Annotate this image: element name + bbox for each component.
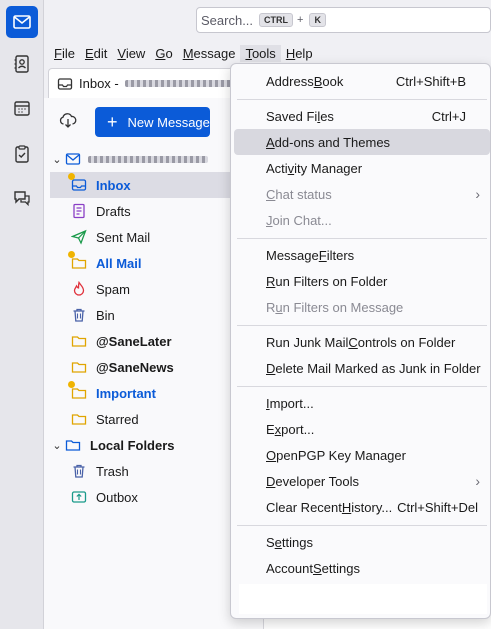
inbox-tab-icon xyxy=(57,77,73,90)
tab-inbox[interactable]: Inbox - xyxy=(48,68,244,98)
trash-icon xyxy=(70,306,88,324)
mail-space-button[interactable] xyxy=(6,6,38,38)
chevron-right-icon: › xyxy=(475,186,480,202)
folder-label: Starred xyxy=(96,411,139,427)
menuitem-join-chat[interactable]: Join Chat... xyxy=(234,207,490,233)
new-message-button[interactable]: + New Message xyxy=(95,107,210,137)
menuitem-run-junk-controls[interactable]: Run Junk Mail Controls on Folder xyxy=(234,329,490,355)
menuitem-run-filters-folder[interactable]: Run Filters on Folder xyxy=(234,268,490,294)
folder-label: Bin xyxy=(96,307,115,323)
calendar-icon xyxy=(14,101,30,116)
menu-separator xyxy=(237,99,487,100)
calendar-space-button[interactable] xyxy=(6,92,38,124)
folder-label: Important xyxy=(96,385,156,401)
menu-separator xyxy=(237,386,487,387)
menuitem-openpgp-key-manager[interactable]: OpenPGP Key Manager xyxy=(234,442,490,468)
folder-label: Trash xyxy=(96,463,129,479)
folder-label: All Mail xyxy=(96,255,142,271)
shortcut-text: Ctrl+Shift+Del xyxy=(397,499,478,515)
menu-footer-area xyxy=(239,584,487,614)
menu-bar: File Edit View Go Message Tools Help xyxy=(44,43,491,63)
folder-label: @SaneLater xyxy=(96,333,172,349)
folder-label: @SaneNews xyxy=(96,359,174,375)
menuitem-export[interactable]: Ex port... xyxy=(234,416,490,442)
menu-separator xyxy=(237,238,487,239)
menuitem-account-settings[interactable]: Account Settings xyxy=(234,555,490,581)
account-mail-icon xyxy=(64,150,82,168)
inbox-icon xyxy=(68,173,88,194)
outbox-icon xyxy=(70,488,88,506)
folder-label: Drafts xyxy=(96,203,131,219)
menu-view[interactable]: View xyxy=(112,45,150,62)
global-search-input[interactable]: Search... CTRL + K xyxy=(196,7,491,33)
folder-outline-icon xyxy=(64,436,82,454)
chat-space-button[interactable] xyxy=(6,182,38,214)
address-book-space-button[interactable] xyxy=(6,48,38,80)
redacted-account-name xyxy=(88,155,208,163)
menuitem-addons-themes[interactable]: Add-ons and Themes xyxy=(234,129,490,155)
menu-tools[interactable]: Tools xyxy=(240,44,281,62)
shortcut-text: Ctrl+J xyxy=(431,108,466,124)
redacted-account-text xyxy=(124,80,235,87)
folder-label: Outbox xyxy=(96,489,138,505)
menuitem-activity-manager[interactable]: Acti v ity Manager xyxy=(234,155,490,181)
folder-label: Sent Mail xyxy=(96,229,151,245)
folder-icon xyxy=(70,410,88,428)
spam-fire-icon xyxy=(70,280,88,298)
menu-separator xyxy=(237,525,487,526)
menu-separator xyxy=(237,325,487,326)
folder-icon xyxy=(68,381,88,402)
new-message-label: New Message xyxy=(127,114,210,130)
menuitem-import[interactable]: Import... xyxy=(234,390,490,416)
menuitem-clear-recent-history[interactable]: Clear Recent History... Ctrl+Shift+Del xyxy=(234,494,490,520)
menuitem-address-book[interactable]: Address Book Ctrl+Shift+B xyxy=(234,68,490,94)
menuitem-chat-status[interactable]: Chat status › xyxy=(234,181,490,207)
shortcut-plus: + xyxy=(297,14,304,26)
menuitem-settings[interactable]: Se ttings xyxy=(234,529,490,555)
menu-help[interactable]: Help xyxy=(281,45,318,62)
chevron-down-icon[interactable]: ⌄ xyxy=(50,439,64,452)
shortcut-key-k: K xyxy=(309,13,326,27)
tools-menu-popup: Address Book Ctrl+Shift+B Saved Fi l es Ct… xyxy=(230,63,491,619)
tab-label: Inbox - xyxy=(79,76,119,91)
menuitem-developer-tools[interactable]: Developer Tools › xyxy=(234,468,490,494)
menu-go[interactable]: Go xyxy=(150,45,177,62)
get-messages-button[interactable] xyxy=(58,110,78,130)
mail-icon xyxy=(13,15,31,29)
chat-icon xyxy=(14,191,30,207)
shortcut-text: Ctrl+Shift+B xyxy=(395,73,466,89)
menu-file[interactable]: File xyxy=(49,45,80,62)
spaces-toolbar xyxy=(0,0,44,629)
local-folders-label: Local Folders xyxy=(90,437,175,453)
chevron-right-icon: › xyxy=(475,473,480,489)
sent-icon xyxy=(70,228,88,246)
tasks-space-button[interactable] xyxy=(6,138,38,170)
folder-icon xyxy=(70,332,88,350)
search-placeholder: Search... xyxy=(201,12,254,28)
menuitem-message-filters[interactable]: Message Filters xyxy=(234,242,490,268)
shortcut-key-ctrl: CTRL xyxy=(259,13,294,27)
trash-icon xyxy=(70,462,88,480)
plus-icon: + xyxy=(107,112,118,132)
menu-edit[interactable]: Edit xyxy=(80,45,112,62)
cloud-download-icon xyxy=(59,113,77,128)
tasks-icon xyxy=(15,145,29,163)
title-bar: Search... CTRL + K xyxy=(44,0,491,40)
folder-label: Spam xyxy=(96,281,130,297)
drafts-icon xyxy=(70,202,88,220)
folder-icon xyxy=(68,251,88,272)
chevron-down-icon[interactable]: ⌄ xyxy=(50,153,64,166)
menu-message[interactable]: Message xyxy=(178,45,241,62)
address-book-icon xyxy=(14,55,29,73)
folder-label: Inbox xyxy=(96,177,131,193)
folder-icon xyxy=(70,358,88,376)
menuitem-run-filters-message[interactable]: Run Filters on Message xyxy=(234,294,490,320)
menuitem-delete-junk[interactable]: Delete Mail Marked as Junk in Folder xyxy=(234,355,490,381)
menuitem-saved-files[interactable]: Saved Fi l es Ctrl+J xyxy=(234,103,490,129)
